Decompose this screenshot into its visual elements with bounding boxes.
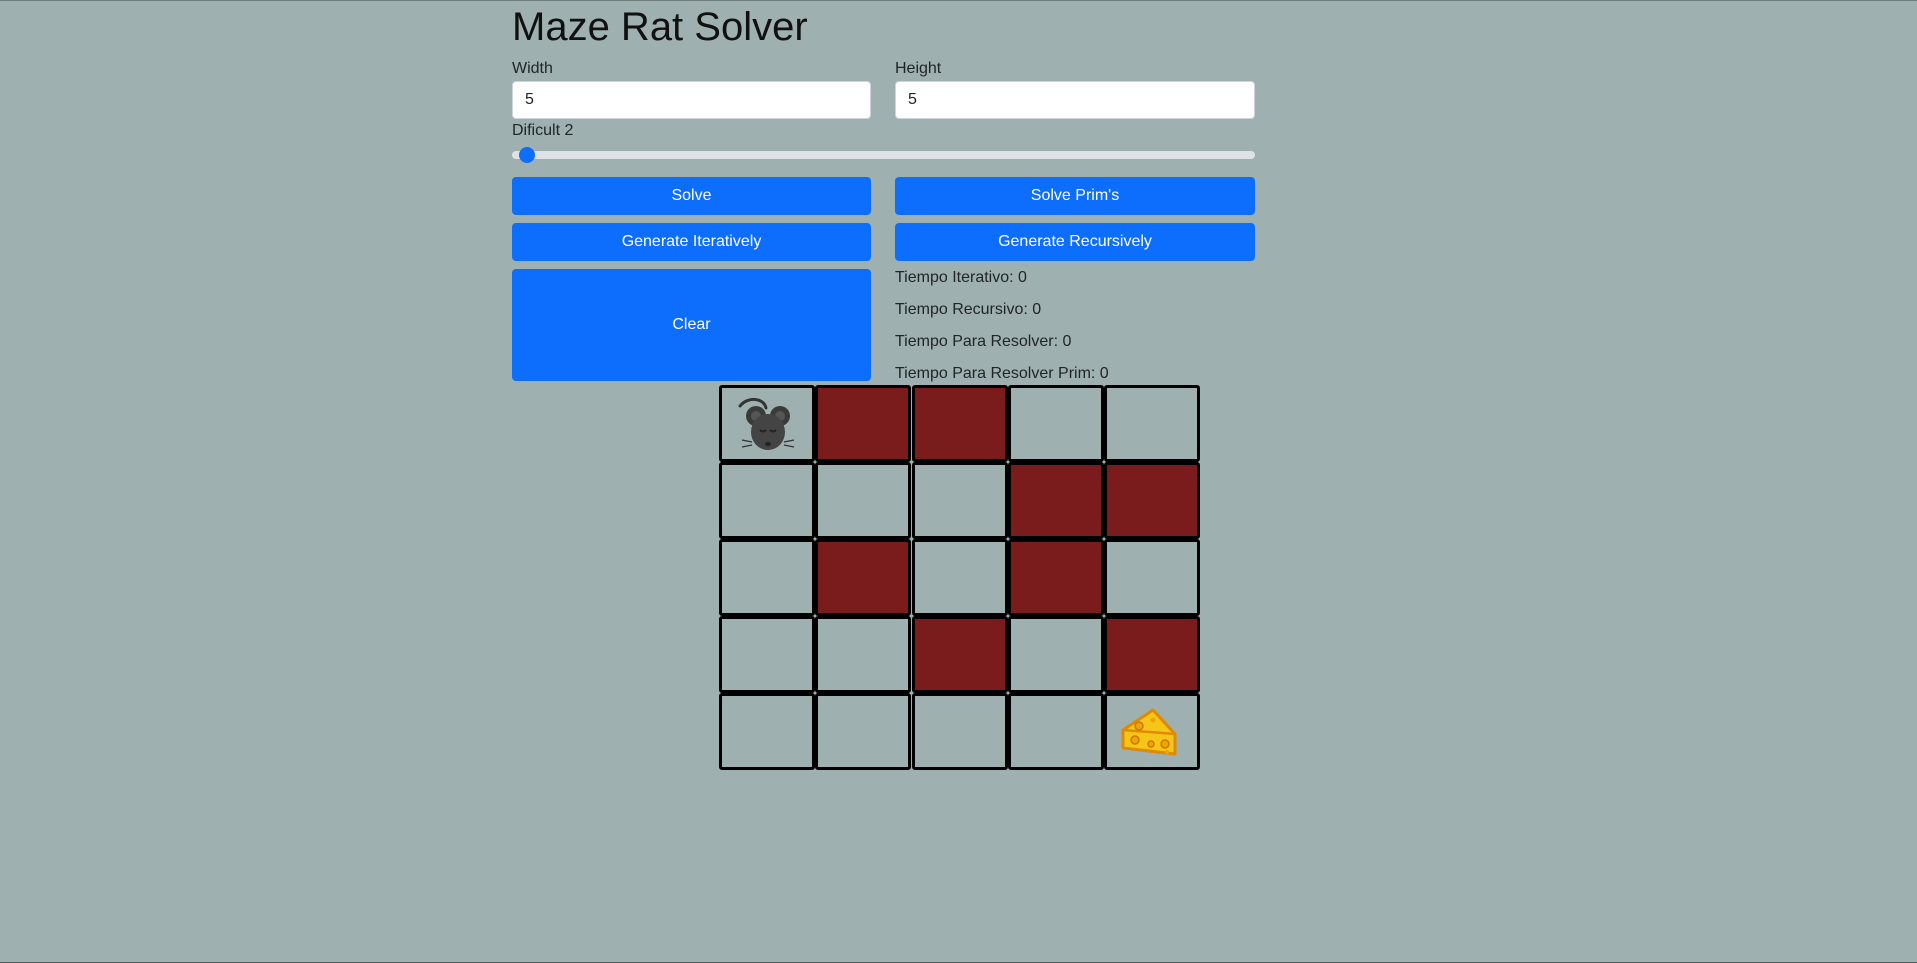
- maze-cell-open[interactable]: [1007, 385, 1104, 462]
- solve-button[interactable]: Solve: [512, 177, 871, 215]
- maze-cell-open[interactable]: [815, 616, 912, 693]
- maze-cell-wall[interactable]: [911, 616, 1008, 693]
- page-title: Maze Rat Solver: [512, 5, 808, 49]
- maze-cell-open[interactable]: [911, 693, 1008, 770]
- generate-recursively-button[interactable]: Generate Recursively: [895, 223, 1255, 261]
- maze-cell-open[interactable]: [815, 693, 912, 770]
- maze-cell-wall[interactable]: [1104, 616, 1200, 693]
- maze-cell-goal[interactable]: [1104, 693, 1200, 770]
- maze-cell-wall[interactable]: [1104, 462, 1200, 539]
- maze-cell-open[interactable]: [911, 539, 1008, 616]
- maze-cell-open[interactable]: [1007, 616, 1104, 693]
- height-label: Height: [895, 60, 942, 77]
- height-input[interactable]: [895, 81, 1255, 119]
- maze-cell-open[interactable]: [719, 616, 815, 693]
- maze-cell-open[interactable]: [719, 693, 815, 770]
- maze-cell-open[interactable]: [1104, 385, 1200, 462]
- maze-cell-open[interactable]: [815, 462, 912, 539]
- maze-cell-wall[interactable]: [1007, 539, 1104, 616]
- difficulty-slider[interactable]: [512, 147, 1255, 163]
- tiempo-iterativo-text: Tiempo Iterativo: 0: [895, 269, 1027, 286]
- solve-prims-button[interactable]: Solve Prim's: [895, 177, 1255, 215]
- maze-cell-start[interactable]: [719, 385, 815, 462]
- width-input[interactable]: [512, 81, 871, 119]
- maze-cell-open[interactable]: [719, 462, 815, 539]
- maze-cell-open[interactable]: [1104, 539, 1200, 616]
- maze-cell-wall[interactable]: [1007, 462, 1104, 539]
- clear-button[interactable]: Clear: [512, 269, 871, 381]
- difficulty-label: Dificult 2: [512, 122, 574, 139]
- maze-cell-open[interactable]: [719, 539, 815, 616]
- maze-cell-open[interactable]: [911, 462, 1008, 539]
- maze-cell-open[interactable]: [1007, 693, 1104, 770]
- tiempo-para-resolver-text: Tiempo Para Resolver: 0: [895, 333, 1072, 350]
- maze-cell-wall[interactable]: [815, 385, 912, 462]
- rat-icon: [738, 398, 795, 450]
- tiempo-recursivo-text: Tiempo Recursivo: 0: [895, 301, 1042, 318]
- maze-cell-wall[interactable]: [815, 539, 912, 616]
- generate-iteratively-button[interactable]: Generate Iteratively: [512, 223, 871, 261]
- tiempo-para-resolver-prim-text: Tiempo Para Resolver Prim: 0: [895, 365, 1109, 382]
- difficulty-slider-thumb[interactable]: [519, 147, 535, 163]
- maze-grid: [719, 385, 1200, 770]
- cheese-icon: [1121, 708, 1177, 756]
- width-label: Width: [512, 60, 553, 77]
- maze-cell-wall[interactable]: [911, 385, 1008, 462]
